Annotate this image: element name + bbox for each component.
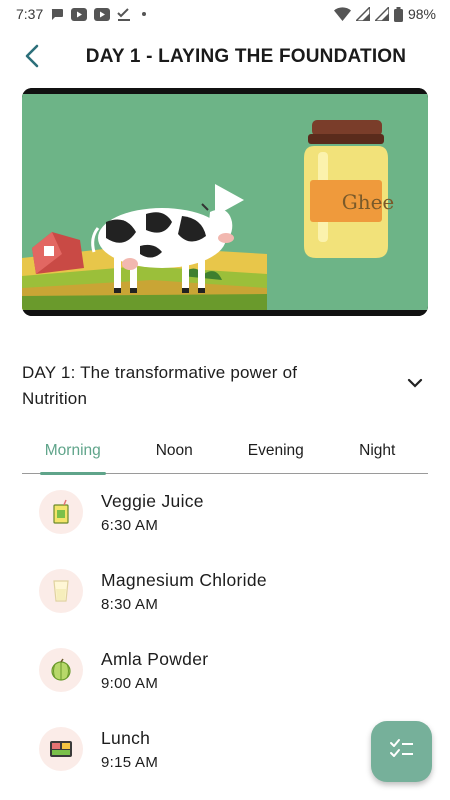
video-player[interactable]: Ghee	[22, 88, 428, 316]
tab-morning[interactable]: Morning	[22, 428, 124, 475]
item-name: Magnesium Chloride	[101, 570, 267, 590]
amla-fruit-icon	[39, 648, 83, 692]
check-download-icon	[117, 7, 131, 21]
back-arrow-icon[interactable]	[24, 44, 40, 73]
chat-bubble-icon	[50, 7, 64, 21]
time-of-day-tabs: Morning Noon Evening Night	[22, 428, 429, 475]
chevron-down-icon[interactable]	[404, 372, 426, 394]
item-time: 6:30 AM	[101, 517, 159, 534]
tab-evening[interactable]: Evening	[225, 428, 327, 473]
day-description: DAY 1: The transformative power of Nutri…	[22, 363, 298, 408]
list-item[interactable]: Veggie Juice 6:30 AM	[0, 480, 450, 559]
status-bar: 7:37 98%	[0, 0, 450, 28]
item-name: Veggie Juice	[101, 491, 204, 511]
checklist-icon[interactable]	[389, 738, 415, 765]
header: DAY 1 - LAYING THE FOUNDATION	[0, 36, 450, 78]
back-button[interactable]	[18, 44, 46, 72]
day-description-row[interactable]: DAY 1: The transformative power of Nutri…	[22, 360, 428, 412]
ghee-jar-illustration	[304, 120, 388, 258]
status-right: 98%	[333, 6, 436, 22]
item-time: 9:00 AM	[101, 675, 159, 692]
lunch-tray-icon	[39, 727, 83, 771]
wifi-icon	[333, 7, 351, 21]
list-item[interactable]: Magnesium Chloride 8:30 AM	[0, 559, 450, 638]
item-time: 9:15 AM	[101, 754, 159, 771]
youtube-icon	[94, 7, 111, 21]
item-time: 8:30 AM	[101, 596, 159, 613]
tab-noon[interactable]: Noon	[124, 428, 226, 473]
battery-icon	[393, 6, 403, 22]
battery-percent: 98%	[407, 6, 436, 22]
page-title: DAY 1 - LAYING THE FOUNDATION	[85, 46, 407, 67]
signal-icon	[374, 7, 389, 21]
status-time: 7:37	[16, 6, 44, 22]
jar-label: Ghee	[341, 190, 395, 214]
dot-icon	[142, 12, 147, 16]
glass-icon	[39, 569, 83, 613]
youtube-icon	[71, 7, 88, 21]
juice-box-icon	[39, 490, 83, 534]
status-left: 7:37	[16, 6, 147, 22]
item-name: Amla Powder	[101, 649, 209, 669]
item-name: Lunch	[101, 728, 151, 748]
signal-icon	[355, 7, 370, 21]
checklist-fab-button[interactable]	[371, 721, 432, 782]
list-item[interactable]: Amla Powder 9:00 AM	[0, 638, 450, 717]
tab-night[interactable]: Night	[327, 428, 429, 473]
